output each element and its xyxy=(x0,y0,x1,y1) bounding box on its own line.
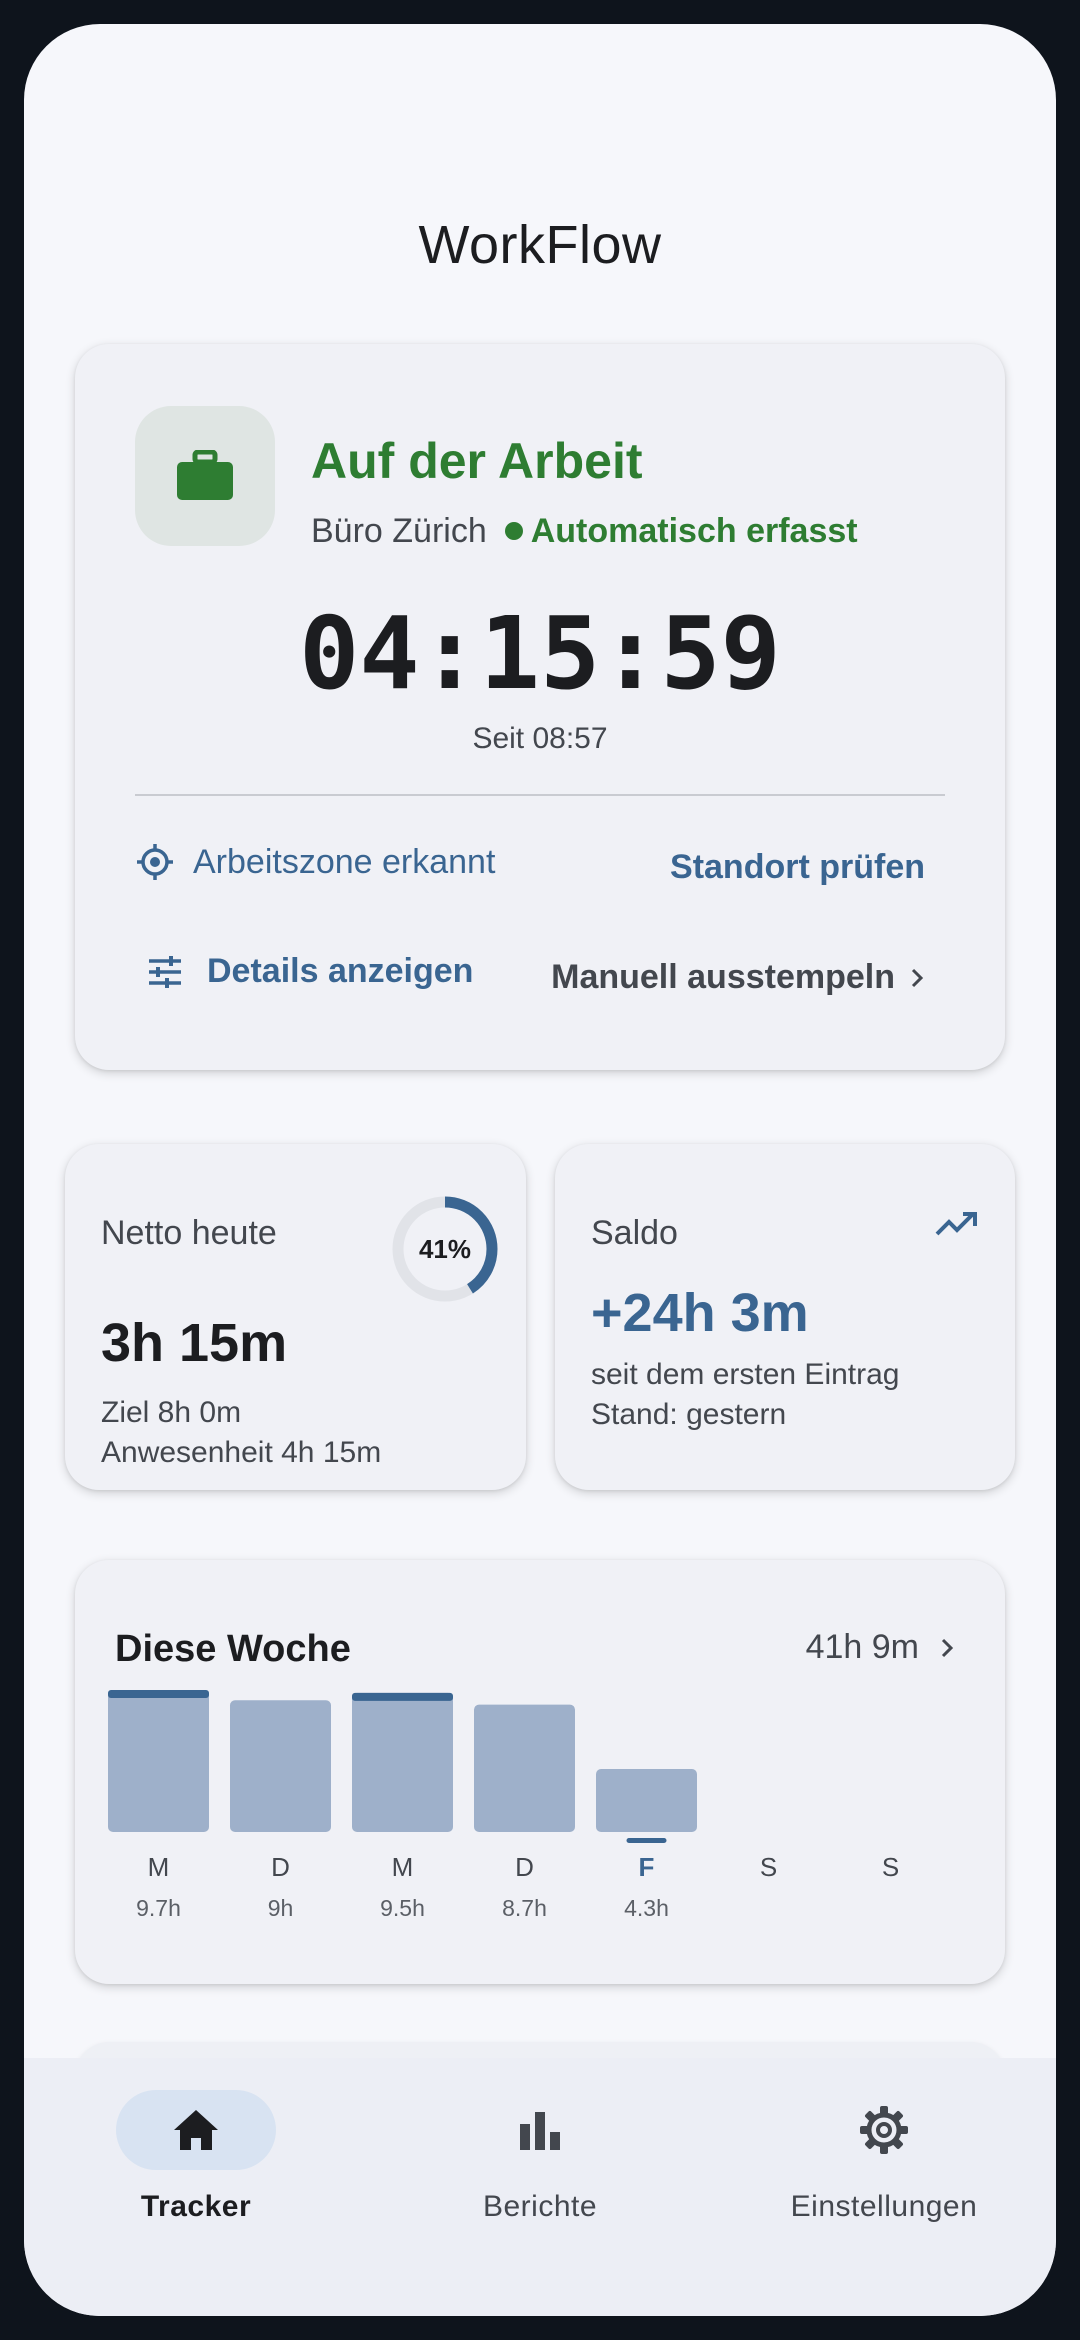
bottom-navigation: Tracker Berichte Einstellungen xyxy=(24,2058,1056,2316)
bar-chart-icon xyxy=(520,2112,560,2150)
gear-icon xyxy=(860,2106,908,2154)
day-value-label-4: 4.3h xyxy=(624,1895,669,1921)
start-time-label: Seit 08:57 xyxy=(472,722,608,755)
week-title: Diese Woche xyxy=(115,1628,351,1670)
balance-value: +24h 3m xyxy=(591,1283,809,1343)
this-week-card[interactable]: M 9.7h D 9h M 9.5h D 8.7h F 4.3h S S Diese Woche 41… xyxy=(75,1560,1005,1984)
manual-clock-out-button[interactable]: Manuell ausstempeln xyxy=(551,958,925,997)
bar-overtime-cap-2 xyxy=(352,1692,453,1701)
nav-tracker[interactable]: Tracker xyxy=(24,2058,368,2316)
day-value-label-2: 9.5h xyxy=(380,1895,425,1921)
nav-settings[interactable]: Einstellungen xyxy=(712,2058,1056,2316)
show-details-label: Details anzeigen xyxy=(207,952,474,990)
bar-overtime-cap-0 xyxy=(108,1690,209,1698)
balance-as-of-label: Stand: gestern xyxy=(591,1398,787,1431)
day-label-6: S xyxy=(882,1852,899,1882)
nav-active-indicator xyxy=(116,2090,276,2170)
day-label-5: S xyxy=(760,1852,777,1882)
status-subtitle: Büro Zürich Automatisch erfasst xyxy=(311,514,858,548)
check-location-button[interactable]: Standort prüfen xyxy=(670,848,925,887)
elapsed-timer: 04:15:59 xyxy=(299,595,781,712)
tracking-mode-label: Automatisch erfasst xyxy=(530,512,858,550)
status-title: Auf der Arbeit xyxy=(311,433,643,489)
nav-reports[interactable]: Berichte xyxy=(368,2058,712,2316)
nav-tracker-label: Tracker xyxy=(140,2190,252,2223)
bar-4 xyxy=(596,1769,697,1832)
day-value-label-1: 9h xyxy=(268,1895,294,1921)
presence-label: Anwesenheit 4h 15m xyxy=(101,1436,382,1469)
balance-label: Saldo xyxy=(591,1214,678,1252)
week-total-button[interactable]: 41h 9m xyxy=(806,1628,955,1667)
divider xyxy=(135,794,945,796)
day-value-label-3: 8.7h xyxy=(502,1895,547,1921)
net-today-card[interactable]: Netto heute 41% 3h 15m Ziel 8h 0m Anwese… xyxy=(65,1144,526,1490)
day-label-4: F xyxy=(639,1852,655,1882)
bar-2 xyxy=(352,1692,453,1832)
location-label: Büro Zürich xyxy=(311,512,487,550)
nav-reports-label: Berichte xyxy=(482,2190,598,2223)
location-target-icon xyxy=(137,844,173,880)
net-today-label: Netto heute xyxy=(101,1214,277,1252)
day-label-2: M xyxy=(392,1852,414,1882)
home-icon xyxy=(174,2110,218,2150)
day-value-label-0: 9.7h xyxy=(136,1895,181,1921)
net-today-value: 3h 15m xyxy=(101,1313,288,1373)
day-label-1: D xyxy=(271,1852,290,1882)
weekly-bar-chart: M 9.7h D 9h M 9.5h D 8.7h F 4.3h S S xyxy=(108,1690,899,1921)
week-total-label: 41h 9m xyxy=(805,1628,919,1666)
briefcase-icon xyxy=(177,450,233,500)
status-icon-container xyxy=(135,406,275,546)
tune-icon xyxy=(149,955,181,988)
nav-settings-label: Einstellungen xyxy=(790,2190,978,2223)
work-zone-indicator: Arbeitszone erkannt xyxy=(135,842,495,882)
day-label-3: D xyxy=(515,1852,534,1882)
bar-3 xyxy=(474,1704,575,1832)
status-dot-icon xyxy=(504,522,523,541)
work-zone-label: Arbeitszone erkannt xyxy=(193,842,496,881)
trending-up-icon xyxy=(935,1212,977,1236)
chevron-right-icon xyxy=(941,1638,954,1657)
progress-percent: 41% xyxy=(418,1234,472,1264)
goal-label: Ziel 8h 0m xyxy=(101,1396,242,1429)
work-status-card: Auf der Arbeit Büro Zürich Automatisch er… xyxy=(75,344,1005,1070)
chevron-right-icon xyxy=(911,968,924,987)
manual-clock-out-label: Manuell ausstempeln xyxy=(551,958,895,996)
today-marker xyxy=(626,1838,667,1843)
day-label-0: M xyxy=(148,1852,170,1882)
balance-card[interactable]: Saldo +24h 3m seit dem ersten Eintrag St… xyxy=(555,1144,1015,1490)
page-title: WorkFlow xyxy=(418,215,662,275)
bar-0 xyxy=(108,1690,209,1832)
phone-screen: WorkFlow Auf der Arbeit Büro Zürich Autom… xyxy=(24,24,1056,2316)
show-details-button[interactable]: Details anzeigen xyxy=(147,952,473,991)
bar-1 xyxy=(230,1700,331,1832)
balance-since-label: seit dem ersten Eintrag xyxy=(591,1358,900,1391)
